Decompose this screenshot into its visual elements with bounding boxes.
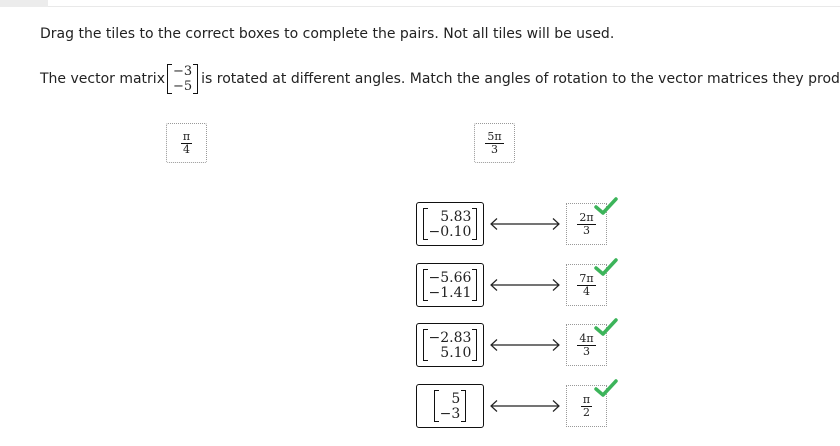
- placed-tile-fraction[interactable]: 7π 4: [577, 271, 596, 298]
- draggable-tile-5pi-over-3[interactable]: 5π 3: [474, 123, 515, 163]
- fraction-numerator: 7π: [577, 271, 596, 286]
- fraction-denominator: 4: [582, 284, 590, 298]
- matrix-right-bracket: [461, 390, 467, 422]
- checkmark-icon: [594, 379, 618, 397]
- matrix-right-bracket: [472, 329, 478, 361]
- matrix-right-bracket: [472, 208, 478, 240]
- draggable-tile-pi-over-4[interactable]: π 4: [166, 123, 207, 163]
- matrix-entries: −2.83 5.10: [428, 329, 473, 361]
- pair-vector-matrix: 5.83 −0.10: [422, 208, 478, 240]
- question-vector-matrix: −3 −5: [166, 64, 199, 94]
- matrix-right-bracket: [193, 64, 199, 94]
- top-tab-strip: [0, 0, 48, 7]
- placed-tile-fraction[interactable]: 4π 3: [577, 331, 596, 358]
- pair-matrix-box: −5.66 −1.41: [416, 263, 484, 307]
- matrix-entry-bottom: −1.41: [428, 284, 472, 301]
- pair-matrix-box: 5.83 −0.10: [416, 202, 484, 246]
- matrix-entry-bottom: −5: [172, 79, 193, 94]
- placed-tile-fraction[interactable]: π 2: [580, 392, 593, 419]
- fraction-numerator: π: [180, 129, 193, 144]
- matrix-entries: 5 −3: [439, 390, 462, 422]
- matrix-entry-bottom: −3: [439, 405, 461, 422]
- pair-matrix-box: 5 −3: [416, 384, 484, 428]
- matrix-entry-bottom: −0.10: [428, 223, 472, 240]
- double-headed-arrow-icon: [490, 400, 560, 412]
- fraction-denominator: 3: [582, 223, 590, 237]
- pair-vector-matrix: −2.83 5.10: [422, 329, 478, 361]
- fraction-denominator: 3: [490, 142, 498, 156]
- fraction-numerator: π: [580, 392, 593, 407]
- matrix-entries: 5.83 −0.10: [428, 208, 473, 240]
- matrix-entry-top: −5.66: [428, 269, 472, 286]
- tile-fraction: π 4: [180, 129, 193, 156]
- checkmark-icon: [594, 318, 618, 336]
- top-divider: [48, 6, 840, 7]
- matrix-entries: −5.66 −1.41: [428, 269, 473, 301]
- question-text: The vector matrix −3 −5 is rotated at di…: [40, 64, 840, 94]
- fraction-denominator: 4: [182, 142, 190, 156]
- fraction-denominator: 3: [582, 344, 590, 358]
- checkmark-icon: [594, 258, 618, 276]
- fraction-numerator: 4π: [577, 331, 596, 346]
- matrix-entry-top: −3: [172, 64, 193, 79]
- matrix-entry-top: −2.83: [428, 329, 472, 346]
- matrix-entry-top: 5: [451, 390, 461, 407]
- matrix-entry-top: 5.83: [440, 208, 472, 225]
- instruction-text: Drag the tiles to the correct boxes to c…: [40, 26, 615, 42]
- question-text-after: is rotated at different angles. Match th…: [201, 71, 840, 87]
- placed-tile-fraction[interactable]: 2π 3: [577, 210, 596, 237]
- question-text-before: The vector matrix: [40, 71, 165, 87]
- matrix-entries: −3 −5: [172, 64, 193, 94]
- checkmark-icon: [594, 197, 618, 215]
- pair-matrix-box: −2.83 5.10: [416, 323, 484, 367]
- matrix-entry-bottom: 5.10: [440, 344, 472, 361]
- fraction-numerator: 5π: [485, 129, 504, 144]
- tile-fraction: 5π 3: [485, 129, 504, 156]
- fraction-denominator: 2: [582, 405, 590, 419]
- pair-vector-matrix: 5 −3: [433, 390, 467, 422]
- double-headed-arrow-icon: [490, 339, 560, 351]
- matrix-right-bracket: [472, 269, 478, 301]
- double-headed-arrow-icon: [490, 279, 560, 291]
- pair-vector-matrix: −5.66 −1.41: [422, 269, 478, 301]
- double-headed-arrow-icon: [490, 218, 560, 230]
- fraction-numerator: 2π: [577, 210, 596, 225]
